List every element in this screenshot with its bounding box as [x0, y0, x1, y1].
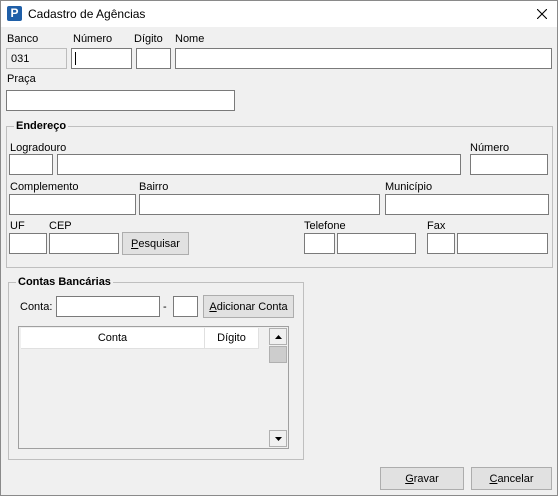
fax-label: Fax: [427, 220, 446, 232]
grid-scrollbar[interactable]: [269, 328, 287, 447]
scroll-thumb[interactable]: [269, 346, 287, 363]
app-logo-icon: P: [7, 6, 22, 21]
telefone-field[interactable]: [337, 233, 416, 254]
column-header-digito[interactable]: Dígito: [205, 328, 259, 349]
logradouro-label: Logradouro: [10, 142, 67, 154]
text-caret: [75, 52, 76, 65]
telefone-label: Telefone: [304, 220, 346, 232]
fax-field[interactable]: [457, 233, 548, 254]
cancelar-mnemonic: C: [489, 472, 498, 485]
gravar-mnemonic: G: [405, 472, 414, 485]
numero-field[interactable]: [71, 48, 132, 69]
cep-field[interactable]: [49, 233, 119, 254]
logradouro-tipo-field[interactable]: [9, 154, 53, 175]
numero-label: Número: [73, 33, 113, 45]
digito-label: Dígito: [134, 33, 163, 45]
uf-field[interactable]: [9, 233, 47, 254]
contas-grid[interactable]: Conta Dígito: [18, 326, 289, 449]
endereco-numero-label: Número: [470, 142, 510, 154]
column-header-conta[interactable]: Conta: [21, 328, 205, 349]
pesquisar-mnemonic: P: [131, 237, 139, 250]
praca-field[interactable]: [6, 90, 235, 111]
contas-title: Contas Bancárias: [16, 276, 113, 288]
conta-digito-field[interactable]: [173, 296, 198, 317]
nome-label: Nome: [175, 33, 205, 45]
conta-label: Conta:: [20, 301, 53, 313]
scroll-down-button[interactable]: [269, 430, 287, 447]
gravar-button[interactable]: Gravar: [380, 467, 464, 490]
adicionar-conta-button[interactable]: Adicionar Conta: [203, 295, 294, 318]
bairro-label: Bairro: [139, 181, 169, 193]
endereco-numero-field[interactable]: [470, 154, 548, 175]
adicionar-mnemonic: A: [209, 300, 217, 313]
adicionar-label: dicionar Conta: [216, 300, 288, 313]
close-icon: [537, 9, 547, 19]
pesquisar-label: esquisar: [138, 237, 180, 250]
close-button[interactable]: [527, 1, 557, 27]
scroll-up-button[interactable]: [269, 328, 287, 345]
endereco-title: Endereço: [14, 120, 69, 132]
conta-field[interactable]: [56, 296, 160, 317]
digito-field[interactable]: [136, 48, 171, 69]
cancelar-button[interactable]: Cancelar: [471, 467, 552, 490]
cancelar-label: ancelar: [497, 472, 534, 485]
arrow-down-icon: [274, 436, 282, 441]
fax-ddd-field[interactable]: [427, 233, 455, 254]
complemento-field[interactable]: [9, 194, 136, 215]
municipio-label: Município: [385, 181, 433, 193]
dialog-window: P Cadastro de Agências Banco Número Dígi…: [0, 0, 558, 496]
bairro-field[interactable]: [139, 194, 380, 215]
banco-label: Banco: [7, 33, 39, 45]
title-bar: P Cadastro de Agências: [1, 1, 557, 27]
uf-label: UF: [10, 220, 25, 232]
gravar-label: ravar: [413, 472, 439, 485]
praca-label: Praça: [7, 73, 36, 85]
telefone-ddd-field[interactable]: [304, 233, 335, 254]
nome-field[interactable]: [175, 48, 552, 69]
pesquisar-button[interactable]: Pesquisar: [122, 232, 189, 255]
conta-separator: -: [163, 301, 167, 313]
banco-field: 031: [6, 48, 67, 69]
banco-value: 031: [11, 53, 30, 65]
municipio-field[interactable]: [385, 194, 549, 215]
cep-label: CEP: [49, 220, 72, 232]
window-title: Cadastro de Agências: [28, 7, 146, 21]
complemento-label: Complemento: [10, 181, 79, 193]
logradouro-field[interactable]: [57, 154, 461, 175]
arrow-up-icon: [274, 334, 282, 339]
